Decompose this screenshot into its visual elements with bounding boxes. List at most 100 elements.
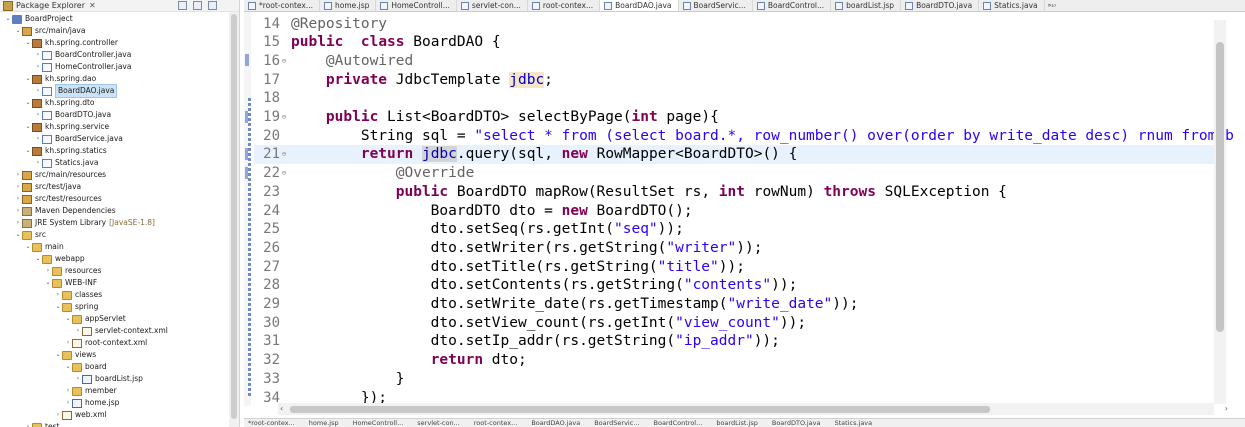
chevron-right-icon[interactable]: › bbox=[44, 265, 52, 277]
chevron-right-icon[interactable]: › bbox=[14, 193, 22, 205]
chevron-down-icon[interactable]: ⌄ bbox=[54, 301, 62, 313]
chevron-down-icon[interactable]: ⌄ bbox=[64, 361, 72, 373]
scroll-left-icon[interactable]: ‹ bbox=[280, 403, 283, 415]
tree-item[interactable]: ⌄ kh.spring.dto bbox=[24, 97, 95, 109]
tree-item[interactable]: ⌄ views bbox=[54, 349, 96, 361]
chevron-down-icon[interactable]: ⌄ bbox=[24, 145, 32, 157]
chevron-right-icon[interactable]: › bbox=[64, 385, 72, 397]
chevron-down-icon[interactable]: ⌄ bbox=[14, 229, 22, 241]
bottom-tab[interactable]: BoardDTO.java bbox=[772, 419, 821, 427]
chevron-right-icon[interactable]: › bbox=[14, 181, 22, 193]
fold-icon[interactable]: ⊖ bbox=[280, 169, 288, 177]
code-line[interactable]: 28 dto.setContents(rs.getString("content… bbox=[254, 276, 1215, 295]
editor-tab[interactable]: Statics.java bbox=[979, 0, 1045, 11]
tree-item[interactable]: › src/test/resources bbox=[14, 193, 102, 205]
chevron-right-icon[interactable]: › bbox=[14, 169, 22, 181]
fold-icon[interactable]: ⊖ bbox=[280, 150, 288, 158]
editor-horizontal-scrollbar[interactable]: ‹ › bbox=[278, 403, 1228, 415]
chevron-right-icon[interactable]: › bbox=[34, 109, 42, 121]
tree-item[interactable]: ⌄ src/main/java bbox=[14, 25, 85, 37]
chevron-right-icon[interactable]: › bbox=[74, 373, 82, 385]
explorer-scrollbar[interactable] bbox=[229, 12, 239, 427]
tree-item[interactable]: › web.xml bbox=[54, 409, 107, 421]
chevron-right-icon[interactable]: › bbox=[34, 61, 42, 73]
bottom-tab[interactable]: boardList.jsp bbox=[716, 419, 758, 427]
code-line[interactable]: 27 dto.setTitle(rs.getString("title")); bbox=[254, 257, 1215, 276]
link-editor-icon[interactable] bbox=[193, 1, 202, 10]
editor-tab[interactable]: *root-contex... bbox=[244, 0, 320, 11]
code-line[interactable]: 25 dto.setSeq(rs.getInt("seq")); bbox=[254, 220, 1215, 239]
editor-tab[interactable]: root-contex... bbox=[528, 0, 601, 11]
chevron-right-icon[interactable]: › bbox=[34, 49, 42, 61]
code-line[interactable]: 19 ⊖ public List<BoardDTO> selectByPage(i… bbox=[254, 108, 1215, 127]
code-line[interactable]: 21 ⊖ return jdbc.query(sql, new RowMapper… bbox=[254, 144, 1215, 164]
bottom-tab[interactable]: root-contex... bbox=[474, 419, 518, 427]
code-line[interactable]: 31 dto.setIp_addr(rs.getString("ip_addr"… bbox=[254, 332, 1215, 351]
bottom-tab[interactable]: BoardServic... bbox=[594, 419, 639, 427]
tree-item[interactable]: › root-context.xml bbox=[64, 337, 147, 349]
editor-tab[interactable]: boardList.jsp bbox=[831, 0, 902, 11]
bottom-tab[interactable]: home.jsp bbox=[309, 419, 339, 427]
chevron-right-icon[interactable]: › bbox=[54, 289, 62, 301]
tree-item[interactable]: › boardList.jsp bbox=[74, 373, 143, 385]
tree-item[interactable]: › servlet-context.xml bbox=[74, 325, 168, 337]
tree-item[interactable]: › BoardDTO.java bbox=[34, 109, 111, 121]
code-line[interactable]: 15 public class BoardDAO { bbox=[254, 33, 1215, 52]
scrollbar-thumb[interactable] bbox=[1216, 42, 1224, 332]
chevron-right-icon[interactable]: › bbox=[74, 325, 82, 337]
editor-tab[interactable]: HomeControll... bbox=[376, 0, 457, 11]
code-line[interactable]: 30 dto.setView_count(rs.getInt("view_cou… bbox=[254, 313, 1215, 332]
chevron-down-icon[interactable]: ⌄ bbox=[34, 253, 42, 265]
chevron-right-icon[interactable]: › bbox=[14, 205, 22, 217]
tree-item[interactable]: › BoardService.java bbox=[34, 133, 123, 145]
code-line[interactable]: 14 @Repository bbox=[254, 14, 1215, 33]
chevron-down-icon[interactable]: ⌄ bbox=[44, 277, 52, 289]
chevron-down-icon[interactable]: ⌄ bbox=[4, 13, 12, 25]
bottom-tab[interactable]: *root-contex... bbox=[248, 419, 295, 427]
chevron-down-icon[interactable]: ⌄ bbox=[24, 241, 32, 253]
tree-item[interactable]: ⌄ appServlet bbox=[64, 313, 126, 325]
fold-icon[interactable]: ⊖ bbox=[280, 113, 288, 121]
chevron-down-icon[interactable]: ⌄ bbox=[24, 73, 32, 85]
code-line[interactable]: 32 return dto; bbox=[254, 351, 1215, 370]
chevron-down-icon[interactable]: ⌄ bbox=[24, 97, 32, 109]
chevron-right-icon[interactable]: › bbox=[64, 397, 72, 409]
tree-item[interactable]: ⌄ src bbox=[14, 229, 46, 241]
tree-item[interactable]: ⌄ main bbox=[24, 241, 64, 253]
editor-tab[interactable]: BoardDAO.java bbox=[600, 0, 679, 11]
chevron-down-icon[interactable]: ⌄ bbox=[14, 25, 22, 37]
code-line[interactable]: 29 dto.setWrite_date(rs.getTimestamp("wr… bbox=[254, 295, 1215, 314]
tabs-overflow-button[interactable]: »₃₇ bbox=[1045, 0, 1056, 11]
tree-item[interactable]: ⌄ kh.spring.service bbox=[24, 121, 109, 133]
code-line[interactable]: 20 String sql = "select * from (select b… bbox=[254, 126, 1234, 145]
tree-item[interactable]: › src/test/java bbox=[14, 181, 81, 193]
view-menu-icon[interactable] bbox=[208, 1, 217, 10]
editor-tab[interactable]: home.jsp bbox=[320, 0, 377, 11]
tree-item[interactable]: › Statics.java bbox=[34, 157, 98, 169]
editor-tab[interactable]: BoardServic... bbox=[679, 0, 753, 11]
bottom-tab[interactable]: HomeControll... bbox=[353, 419, 404, 427]
tree-item[interactable]: ⌄ kh.spring.controller bbox=[24, 37, 118, 49]
bottom-tab[interactable]: Statics.java bbox=[834, 419, 872, 427]
code-line[interactable]: 18 bbox=[254, 89, 1215, 108]
chevron-down-icon[interactable]: ⌄ bbox=[64, 313, 72, 325]
code-editor[interactable]: 14 @Repository 15 public class BoardDAO {16… bbox=[244, 12, 1245, 406]
tree-item[interactable]: ⌄ WEB-INF bbox=[44, 277, 97, 289]
tree-item[interactable]: › test bbox=[24, 421, 59, 427]
code-line[interactable]: 24 BoardDTO dto = new BoardDTO(); bbox=[254, 201, 1215, 220]
chevron-right-icon[interactable]: › bbox=[34, 157, 42, 169]
bottom-tab[interactable]: servlet-con... bbox=[417, 419, 459, 427]
tree-item[interactable]: › Maven Dependencies bbox=[14, 205, 116, 217]
tree-item[interactable]: ⌄ board bbox=[64, 361, 107, 373]
scrollbar-thumb[interactable] bbox=[290, 406, 990, 413]
tree-item[interactable]: › classes bbox=[54, 289, 102, 301]
code-line[interactable]: 17 private JdbcTemplate jdbc; bbox=[254, 70, 1215, 89]
editor-tab[interactable]: servlet-con... bbox=[457, 0, 528, 11]
editor-vertical-scrollbar[interactable] bbox=[1214, 20, 1226, 404]
tree-item[interactable]: › JRE System Library [JavaSE-1.8] bbox=[14, 217, 155, 229]
scrollbar-thumb[interactable] bbox=[231, 14, 237, 419]
tree-item[interactable]: ⌄ spring bbox=[54, 301, 98, 313]
code-line[interactable]: 33 } bbox=[254, 369, 1215, 388]
tree-item[interactable]: › BoardController.java bbox=[34, 49, 131, 61]
fold-icon[interactable]: ⊖ bbox=[280, 57, 288, 65]
